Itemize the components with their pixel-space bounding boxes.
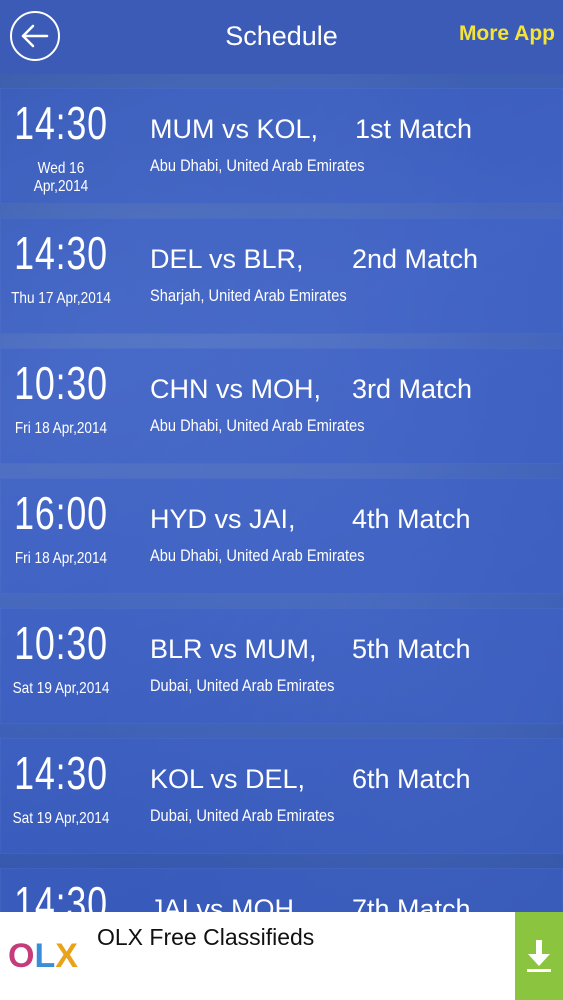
ad-title: OLX Free Classifieds	[97, 924, 315, 950]
match-date: Thu 17 Apr,2014	[11, 290, 111, 307]
match-time: 14:30	[14, 227, 108, 279]
match-teams: CHN vs MOH,	[150, 374, 321, 404]
match-date: Sat 19 Apr,2014	[12, 810, 110, 827]
match-teams: BLR vs MUM,	[150, 634, 317, 664]
match-venue: Abu Dhabi, United Arab Emirates	[150, 156, 365, 175]
olx-logo: OLX	[0, 912, 86, 1000]
match-number: 5th Match	[352, 634, 471, 664]
match-venue: Sharjah, United Arab Emirates	[150, 286, 347, 305]
more-app-link[interactable]: More App	[459, 22, 555, 46]
match-time: 10:30	[14, 617, 108, 669]
match-venue: Dubai, United Arab Emirates	[150, 806, 335, 825]
match-teams: HYD vs JAI,	[150, 504, 296, 534]
match-row[interactable]: 14:30 Wed 16 Apr,2014 MUM vs KOL, 1st Ma…	[0, 88, 563, 204]
match-time: 14:30	[14, 97, 108, 149]
match-time: 16:00	[14, 487, 108, 539]
match-date: Fri 18 Apr,2014	[14, 420, 108, 437]
match-date: Wed 16 Apr,2014	[33, 160, 89, 195]
ad-banner[interactable]: OLX OLX Free Classifieds	[0, 912, 563, 1000]
top-bar: Schedule More App	[0, 0, 563, 74]
match-time: 10:30	[14, 357, 108, 409]
match-venue: Dubai, United Arab Emirates	[150, 676, 335, 695]
match-teams: MUM vs KOL,	[150, 114, 319, 144]
match-row[interactable]: 14:30 Thu 17 Apr,2014 DEL vs BLR, 2nd Ma…	[0, 218, 563, 334]
download-icon	[527, 940, 551, 972]
match-number: 3rd Match	[352, 374, 473, 404]
match-venue: Abu Dhabi, United Arab Emirates	[150, 416, 365, 435]
match-number: 1st Match	[355, 114, 473, 144]
match-teams: KOL vs DEL,	[150, 764, 306, 794]
match-row[interactable]: 10:30 Fri 18 Apr,2014 CHN vs MOH, 3rd Ma…	[0, 348, 563, 464]
match-row[interactable]: 14:30 Sat 19 Apr,2014 KOL vs DEL, 6th Ma…	[0, 738, 563, 854]
match-date: Fri 18 Apr,2014	[14, 550, 108, 567]
ad-download-button[interactable]	[515, 912, 563, 1000]
match-time: 14:30	[14, 747, 108, 799]
match-row[interactable]: 16:00 Fri 18 Apr,2014 HYD vs JAI, 4th Ma…	[0, 478, 563, 594]
match-venue: Abu Dhabi, United Arab Emirates	[150, 546, 365, 565]
match-number: 4th Match	[352, 504, 471, 534]
match-date: Sat 19 Apr,2014	[12, 680, 110, 697]
match-number: 6th Match	[352, 764, 471, 794]
match-teams: DEL vs BLR,	[150, 244, 304, 274]
match-row[interactable]: 10:30 Sat 19 Apr,2014 BLR vs MUM, 5th Ma…	[0, 608, 563, 724]
match-number: 2nd Match	[352, 244, 479, 274]
